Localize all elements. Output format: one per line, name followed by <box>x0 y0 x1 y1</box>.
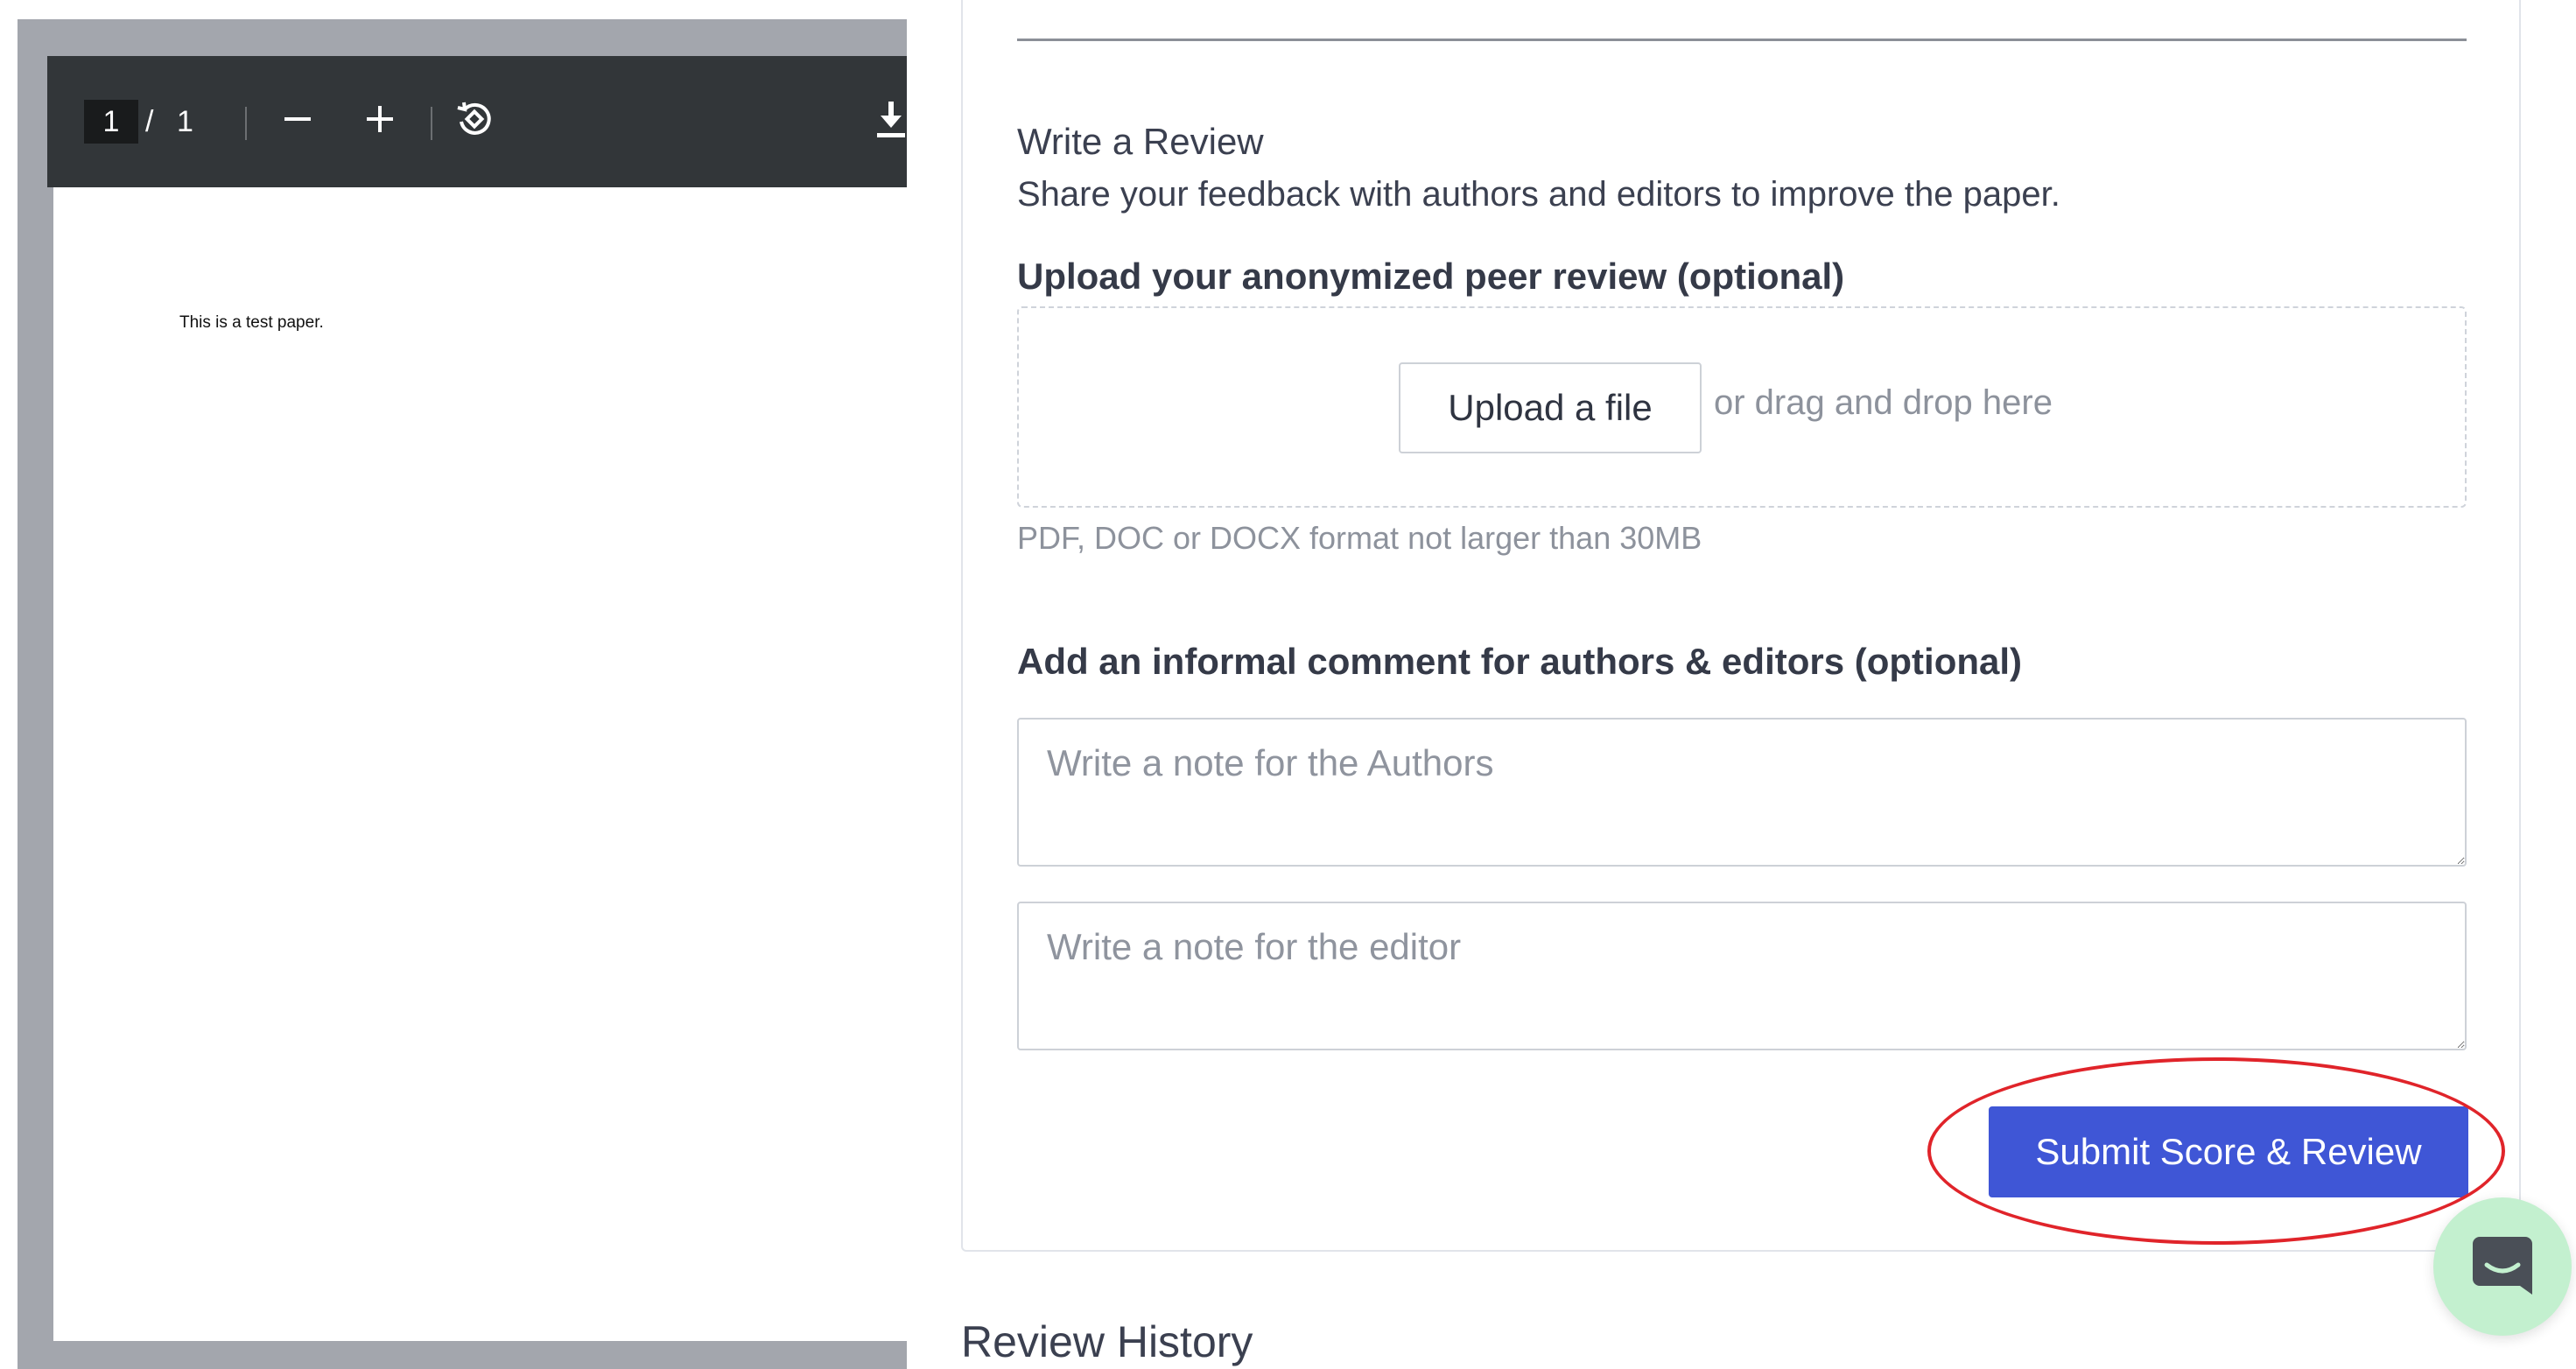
upload-label: Upload your anonymized peer review (opti… <box>1017 256 1845 297</box>
submit-score-review-button[interactable]: Submit Score & Review <box>1989 1106 2468 1197</box>
pdf-page: This is a test paper. <box>53 187 907 1341</box>
page-separator: / <box>145 105 154 138</box>
review-subtitle: Share your feedback with authors and edi… <box>1017 175 2060 214</box>
section-divider <box>1017 39 2467 41</box>
pdf-page-text: This is a test paper. <box>179 313 324 332</box>
chat-launcher-button[interactable] <box>2433 1197 2572 1336</box>
authors-note-field[interactable] <box>1017 718 2467 867</box>
format-hint: PDF, DOC or DOCX format not larger than … <box>1017 520 1702 556</box>
toolbar-divider <box>245 107 247 140</box>
review-history-title: Review History <box>961 1317 1253 1366</box>
toolbar-divider <box>431 107 432 140</box>
drag-drop-text: or drag and drop here <box>1714 383 2053 422</box>
review-title: Write a Review <box>1017 121 1264 162</box>
comment-label: Add an informal comment for authors & ed… <box>1017 641 2023 682</box>
chat-icon <box>2473 1237 2532 1295</box>
zoom-out-icon[interactable] <box>273 95 322 144</box>
download-icon[interactable] <box>867 95 916 144</box>
pdf-toolbar: 1 / 1 <box>47 56 907 187</box>
zoom-in-icon[interactable] <box>355 95 404 144</box>
page-number-input[interactable]: 1 <box>84 100 138 144</box>
page-total: 1 <box>177 105 193 138</box>
editor-note-field[interactable] <box>1017 902 2467 1050</box>
upload-file-button[interactable]: Upload a file <box>1399 362 1702 453</box>
rotate-icon[interactable] <box>450 95 499 144</box>
